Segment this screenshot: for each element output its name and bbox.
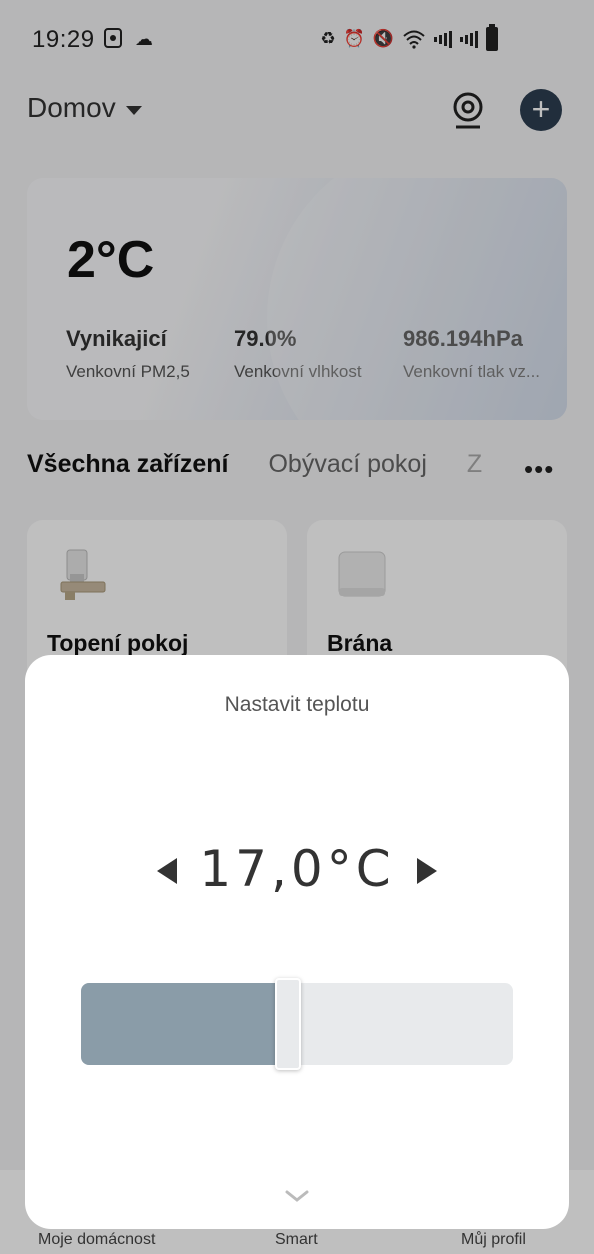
slider-fill xyxy=(81,983,289,1065)
temperature-control: 17,0°C xyxy=(25,840,569,910)
target-temperature: 17,0°C xyxy=(199,840,395,898)
slider-handle[interactable] xyxy=(275,978,302,1070)
collapse-button[interactable] xyxy=(279,1189,315,1213)
chevron-down-icon xyxy=(285,1190,309,1202)
temperature-slider[interactable] xyxy=(81,978,513,1070)
set-temperature-sheet: Nastavit teplotu 17,0°C xyxy=(25,655,569,1229)
arrow-left-icon xyxy=(157,858,177,884)
arrow-right-icon xyxy=(417,858,437,884)
increase-button[interactable] xyxy=(405,840,465,904)
sheet-title: Nastavit teplotu xyxy=(224,693,370,716)
